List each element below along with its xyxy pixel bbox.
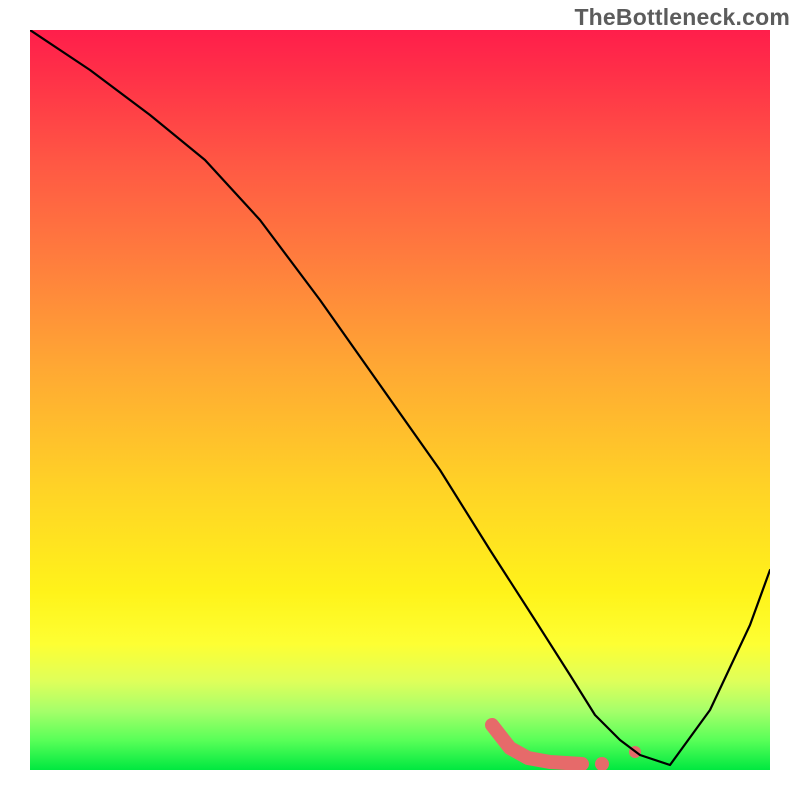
highlight-dot-1 [595, 757, 609, 770]
curve-line [30, 30, 770, 765]
watermark: TheBottleneck.com [574, 4, 790, 31]
highlight-segment [492, 725, 582, 764]
plot-area [30, 30, 770, 770]
chart-svg [30, 30, 770, 770]
